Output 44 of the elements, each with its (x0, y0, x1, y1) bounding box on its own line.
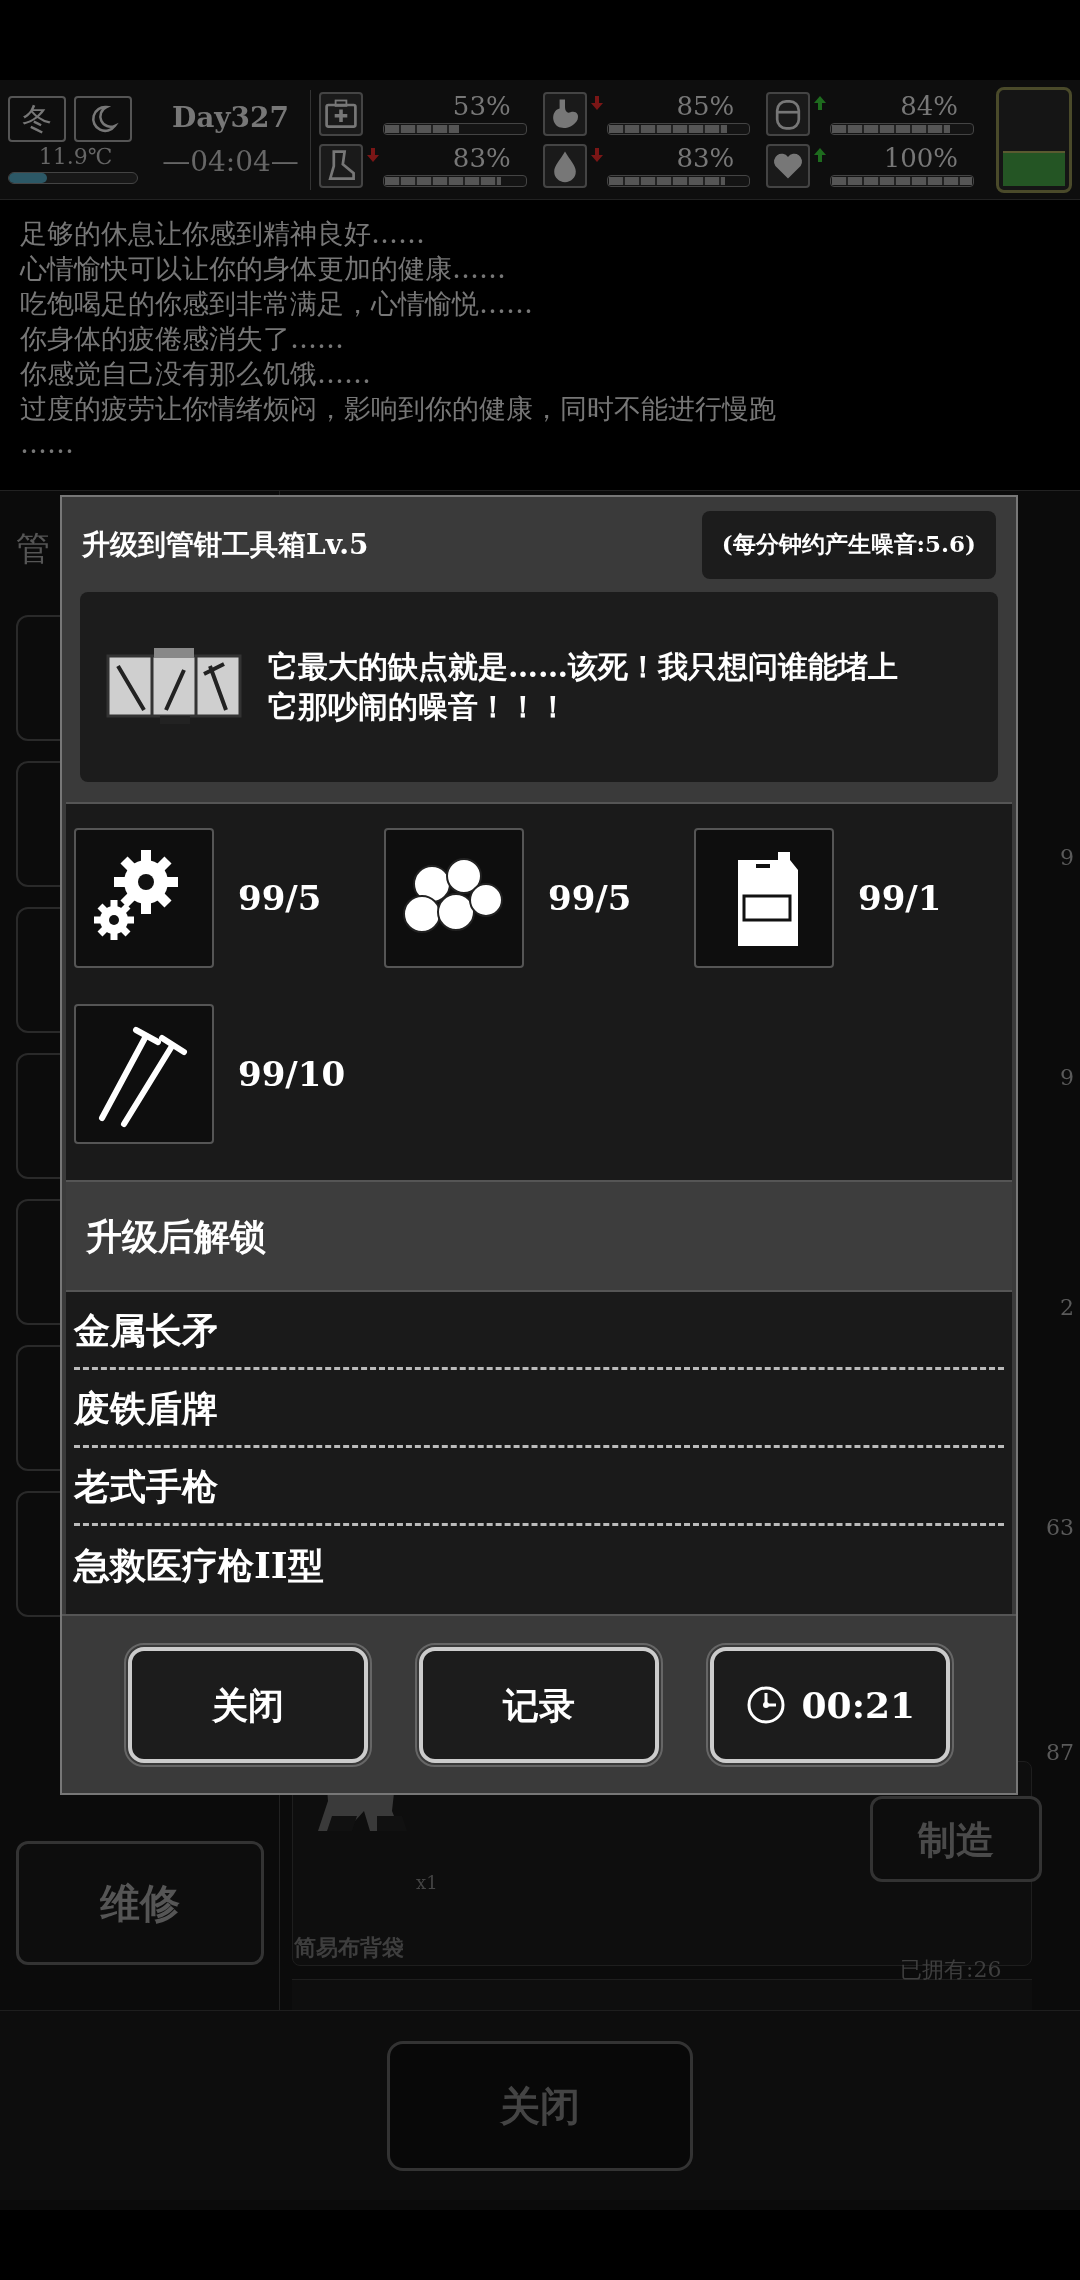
edge-number: 9 (1060, 1064, 1074, 1092)
jug-icon (694, 828, 834, 968)
material-amount: 99/5 (548, 876, 632, 920)
unlock-heading: 升级后解锁 (86, 1214, 266, 1259)
medkit-icon (319, 91, 363, 136)
log-line: 过度的疲劳让你情绪烦闷，影响到你的健康，同时不能进行慢跑 (20, 392, 777, 426)
unlock-item: 金属长矛 (74, 1307, 218, 1353)
boot-icon (319, 143, 363, 188)
edge-number: 63 (1046, 1514, 1074, 1542)
edge-number: 9 (1060, 844, 1074, 872)
log-line: …… (20, 427, 75, 461)
unlock-item: 急救医疗枪II型 (74, 1543, 324, 1588)
log-line: 你身体的疲倦感消失了…… (20, 322, 345, 356)
log-line: 心情愉快可以让你的身体更加的健康…… (20, 252, 507, 286)
day-counter: Day327 (171, 103, 290, 132)
edge-number: 2 (1060, 1294, 1074, 1322)
log-line: 你感觉自己没有那么饥饿…… (20, 357, 372, 391)
log-line: 足够的休息让你感到精神良好…… (20, 217, 426, 251)
log-line: 吃饱喝足的你感到非常满足，心情愉悦…… (20, 287, 534, 321)
material-amount: 99/10 (238, 1052, 346, 1096)
dialog-title: 升级到管钳工具箱Lv.5 (82, 526, 369, 563)
material-amount: 99/1 (858, 876, 942, 920)
stat-percent: 84% (900, 92, 959, 119)
side-label: 管 (16, 531, 50, 565)
unlock-item: 废铁盾牌 (74, 1385, 218, 1431)
stat-percent: 83% (676, 144, 736, 171)
stat-percent: 53% (452, 92, 512, 119)
stat-percent: 83% (452, 144, 512, 171)
stat-percent: 85% (676, 92, 736, 119)
stomach-icon (542, 91, 587, 136)
gears-icon (74, 828, 214, 968)
clock-time: —04:04— (162, 147, 299, 176)
noise-badge: (每分钟约产生噪音:5.6) (701, 510, 996, 579)
drop-icon (542, 143, 587, 188)
description-text: 它最大的缺点就是……该死！我只想问谁能堵上它那吵闹的噪音！！！ (268, 648, 899, 726)
stat-percent: 100% (883, 144, 959, 171)
screws-icon (74, 1004, 214, 1144)
edge-number: 87 (1046, 1739, 1074, 1767)
season-indicator: 冬 (8, 95, 66, 142)
material-amount: 99/5 (238, 876, 322, 920)
clock-icon (745, 1684, 786, 1725)
cotton-icon (384, 828, 524, 968)
temperature-reading: 11.9℃ (37, 145, 114, 168)
unlock-item: 老式手枪 (74, 1463, 218, 1509)
